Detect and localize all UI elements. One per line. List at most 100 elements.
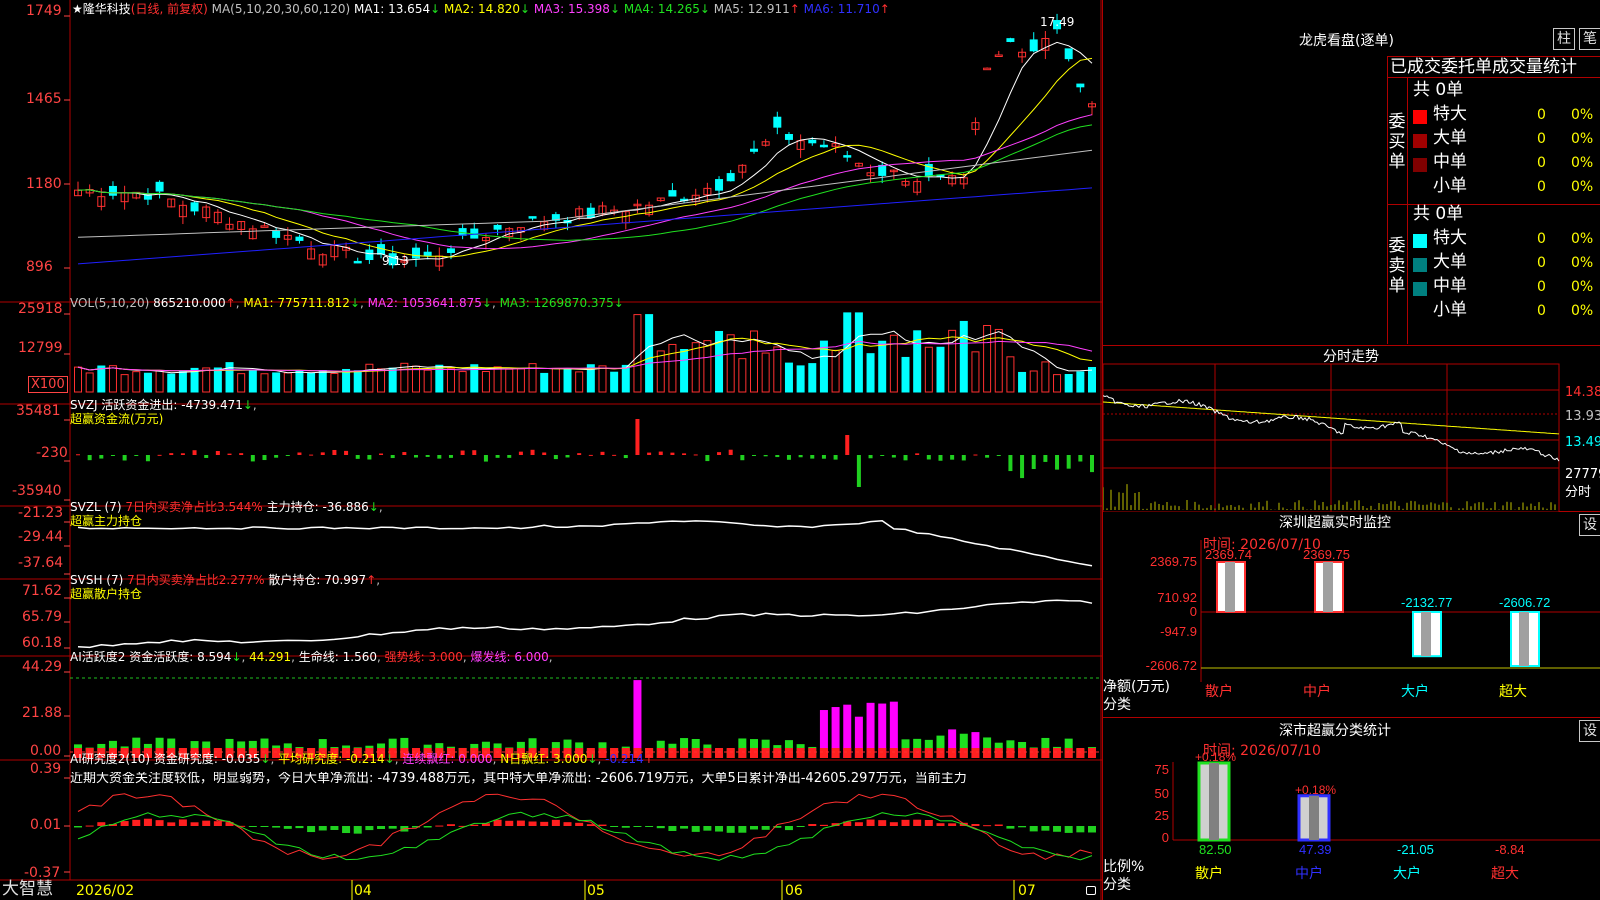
ai2-bar bbox=[633, 826, 642, 827]
volume-bar bbox=[808, 363, 817, 393]
ai2-bar bbox=[1088, 826, 1096, 833]
main-ytick-1: 1749 bbox=[26, 3, 62, 19]
ai1-base bbox=[971, 748, 980, 758]
intraday-chart[interactable] bbox=[1103, 346, 1600, 512]
svzj-bar bbox=[518, 451, 523, 455]
svzj-bar bbox=[763, 455, 768, 457]
ai2-bar bbox=[446, 824, 455, 826]
ai2-label: AI研究度2(10) bbox=[70, 752, 151, 766]
candle-body bbox=[726, 173, 735, 182]
ai2-nday-red: N日飘红: 3.000 bbox=[500, 752, 588, 766]
volume-bar bbox=[563, 368, 572, 393]
classify-top-label: +0.18% bbox=[1195, 750, 1236, 764]
size-swatch bbox=[1413, 258, 1427, 272]
svzj-bar bbox=[390, 455, 395, 459]
monitor-bar bbox=[1216, 561, 1246, 613]
svzj-bar bbox=[99, 455, 104, 459]
bar-view-button[interactable]: 柱 bbox=[1553, 28, 1575, 50]
ai1-base bbox=[691, 748, 700, 758]
classify-xlabel: 分类 bbox=[1103, 877, 1131, 893]
classify-value: 82.50 bbox=[1199, 842, 1232, 857]
volume-bar bbox=[901, 356, 910, 393]
intraday-price-2: 13.93 bbox=[1565, 409, 1600, 424]
monitor-chart[interactable]: 2369.75 710.920 -947.9 -2606.72 2369.74 2369.… bbox=[1103, 512, 1600, 718]
svzj-ytick-3: -35940 bbox=[12, 483, 62, 499]
svzj-bar bbox=[961, 455, 966, 461]
lock-icon[interactable] bbox=[1086, 886, 1096, 895]
svzj-bar bbox=[239, 453, 244, 455]
svzj-bar bbox=[670, 452, 675, 455]
ai1-base bbox=[1088, 748, 1096, 758]
candle-body bbox=[784, 134, 793, 140]
candle-body bbox=[1076, 83, 1085, 88]
ai2-bar bbox=[493, 819, 502, 826]
ai2-bar bbox=[342, 826, 351, 834]
ai2-bar bbox=[353, 826, 362, 834]
order-count: 0 bbox=[1537, 279, 1546, 295]
svzj-bar bbox=[379, 453, 384, 455]
ai2-bar bbox=[540, 821, 549, 826]
ma-value-4: MA4: 14.265 bbox=[620, 2, 700, 16]
ai2-bar bbox=[377, 826, 386, 830]
monitor-bar-label: 2369.74 bbox=[1205, 547, 1252, 562]
ai1-base bbox=[948, 748, 957, 758]
ai2-avg: 平均研究度: -0.214 bbox=[278, 752, 385, 766]
classify-ytick: 75 bbox=[1155, 762, 1169, 777]
svzj-bar bbox=[1090, 455, 1094, 473]
order-size-label: 大单 bbox=[1433, 128, 1467, 148]
ai1-base bbox=[994, 748, 1003, 758]
ai1-base bbox=[843, 748, 852, 758]
app-logo[interactable]: 大智慧 bbox=[2, 881, 53, 898]
longhu-title: 龙虎看盘(逐单) bbox=[1299, 33, 1394, 49]
ai2-consec-red: 连续飘红: 0.000 bbox=[402, 752, 493, 766]
svzj-bar bbox=[1008, 455, 1013, 472]
order-size-label: 中单 bbox=[1433, 276, 1467, 296]
period-mode[interactable]: (日线, 前复权) bbox=[131, 2, 208, 16]
classify-ylabel: 比例% bbox=[1103, 859, 1145, 875]
svzj-bar bbox=[472, 450, 477, 455]
classify-chart[interactable]: 75 50 25 0 +0.18% +0.18% 82.50 47.39 -21.05 -8.84… bbox=[1103, 718, 1600, 900]
ai2-bar bbox=[202, 820, 211, 826]
svzj-bar bbox=[775, 455, 780, 458]
svzj-bar bbox=[926, 455, 931, 460]
order-percent: 0% bbox=[1571, 279, 1594, 295]
monitor-bar bbox=[1314, 561, 1344, 613]
svzj-bar bbox=[414, 455, 418, 458]
svzj-bar bbox=[985, 455, 990, 458]
ma-value-6: MA6: 11.710 bbox=[799, 2, 880, 16]
svzj-bar bbox=[87, 455, 92, 461]
tick-view-button[interactable]: 笔 bbox=[1579, 28, 1600, 50]
svzj-bar bbox=[495, 455, 500, 458]
svzj-bar bbox=[833, 455, 838, 460]
volume-bar bbox=[295, 370, 304, 393]
svzj-bar bbox=[996, 455, 1001, 456]
candle-body bbox=[365, 249, 374, 261]
svzj-bar bbox=[950, 455, 955, 460]
monitor-bar-shade bbox=[1519, 612, 1529, 666]
ai2-bar bbox=[213, 821, 222, 826]
ai2-bar bbox=[1041, 826, 1050, 831]
ai1-base bbox=[878, 748, 887, 758]
intraday-panel: 分时走势 14.38 13.93 13.49 27779 分时 bbox=[1102, 346, 1600, 512]
order-percent: 0% bbox=[1571, 231, 1594, 247]
svzl-holding: 主力持仓: -36.886 bbox=[266, 500, 369, 514]
svzj-bar bbox=[717, 452, 722, 455]
volume-bar bbox=[272, 372, 281, 393]
svzj-bar bbox=[938, 455, 943, 461]
svzj-bar bbox=[355, 455, 360, 459]
ma-value-2: MA2: 14.820 bbox=[440, 2, 521, 16]
ai1-base bbox=[924, 748, 933, 758]
volume-bar bbox=[680, 349, 689, 393]
svzj-bar bbox=[192, 450, 197, 455]
volume-bar bbox=[843, 312, 852, 393]
monitor-bar-shade bbox=[1421, 612, 1431, 657]
vol-unit-badge[interactable]: X100 bbox=[28, 376, 68, 393]
volume-bar bbox=[143, 372, 152, 393]
x-label-jun: 06 bbox=[785, 883, 803, 899]
stock-title[interactable]: ★隆华科技 bbox=[72, 2, 131, 16]
order-count: 0 bbox=[1537, 131, 1546, 147]
ai2-bar bbox=[283, 826, 292, 829]
ma-value-1: MA1: 13.654 bbox=[354, 2, 431, 16]
svzj-bar bbox=[297, 452, 302, 455]
volume-bar bbox=[715, 330, 724, 393]
